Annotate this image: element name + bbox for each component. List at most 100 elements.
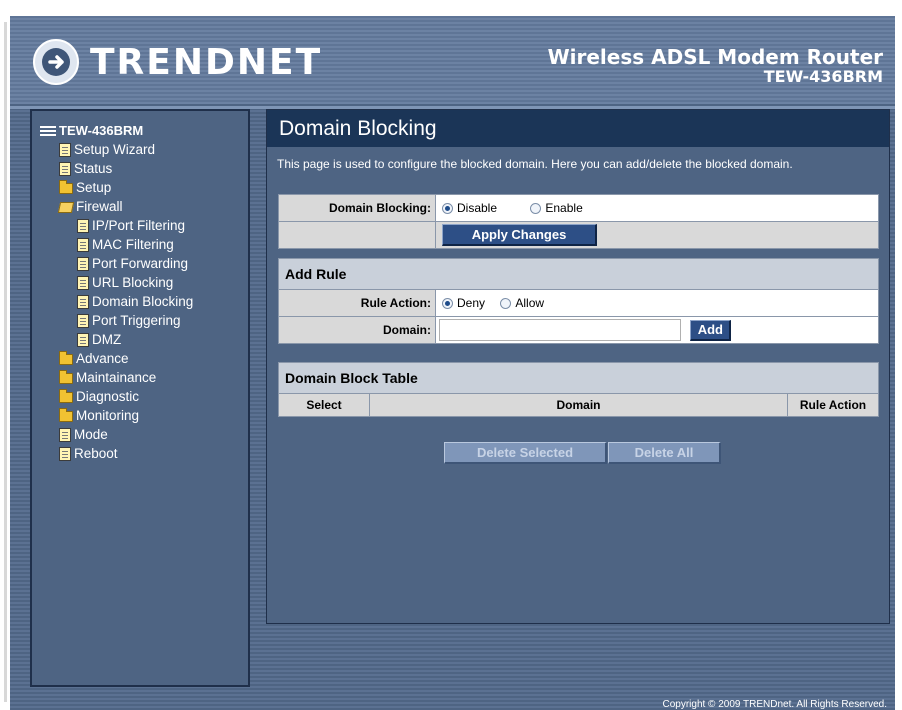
folder-icon <box>59 370 73 384</box>
sidebar-item-port-triggering[interactable]: Port Triggering <box>32 311 248 330</box>
sidebar-root-label: TEW-436BRM <box>59 123 144 138</box>
sidebar-item-label: Firewall <box>76 199 123 214</box>
document-icon <box>77 332 89 347</box>
page-description: This page is used to configure the block… <box>277 157 793 171</box>
folder-icon <box>59 408 73 422</box>
add-button[interactable]: Add <box>690 319 732 341</box>
allow-radio-label: Allow <box>515 296 545 311</box>
deny-radio[interactable] <box>442 297 453 309</box>
sidebar-item-label: Advance <box>76 351 129 366</box>
sidebar-item-reboot[interactable]: Reboot <box>32 444 248 463</box>
document-icon <box>77 313 89 328</box>
page-title: Domain Blocking <box>267 110 889 147</box>
document-icon <box>77 218 89 233</box>
router-page-frame: TRENDNET Wireless ADSL Modem Router TEW-… <box>10 16 895 710</box>
sidebar-nav-tree: TEW-436BRM Setup Wizard Status Setup Fir… <box>30 109 250 687</box>
document-icon <box>77 237 89 252</box>
document-icon <box>77 275 89 290</box>
enable-radio-label: Enable <box>545 201 583 216</box>
sidebar-item-setup[interactable]: Setup <box>32 178 248 197</box>
brand-name: TRENDNET <box>90 41 323 83</box>
enable-radio[interactable] <box>530 202 542 214</box>
sidebar-item-maintainance[interactable]: Maintainance <box>32 368 248 387</box>
sidebar-item-label: IP/Port Filtering <box>92 218 186 233</box>
sidebar-item-status[interactable]: Status <box>32 159 248 178</box>
disable-radio[interactable] <box>442 202 453 214</box>
sidebar-item-monitoring[interactable]: Monitoring <box>32 406 248 425</box>
add-rule-header-row: Add Rule <box>278 258 879 290</box>
content-panel: Domain Blocking This page is used to con… <box>266 109 890 624</box>
sidebar-item-label: Reboot <box>74 446 118 461</box>
disable-radio-label: Disable <box>457 201 498 216</box>
window-edge <box>4 22 7 702</box>
domain-blocking-label: Domain Blocking: <box>278 194 436 222</box>
document-icon <box>59 446 71 461</box>
page-header: TRENDNET Wireless ADSL Modem Router TEW-… <box>10 16 895 104</box>
sidebar-item-label: URL Blocking <box>92 275 174 290</box>
column-header-domain: Domain <box>369 393 788 417</box>
domain-blocking-row: Domain Blocking: Disable Enable <box>278 194 879 222</box>
apply-cell: Apply Changes <box>435 221 879 249</box>
domain-cell: Add <box>435 316 879 344</box>
sidebar-item-label: Port Forwarding <box>92 256 189 271</box>
delete-all-button[interactable]: Delete All <box>608 442 721 464</box>
sidebar-item-label: Diagnostic <box>76 389 140 404</box>
sidebar-item-setup-wizard[interactable]: Setup Wizard <box>32 140 248 159</box>
sidebar-item-label: Status <box>74 161 113 176</box>
delete-selected-button[interactable]: Delete Selected <box>444 442 607 464</box>
sidebar-item-label: Maintainance <box>76 370 157 385</box>
product-title: Wireless ADSL Modem Router TEW-436BRM <box>548 46 883 86</box>
sidebar-item-dmz[interactable]: DMZ <box>32 330 248 349</box>
sidebar-item-firewall[interactable]: Firewall <box>32 197 248 216</box>
deny-radio-label: Deny <box>457 296 486 311</box>
sidebar-item-label: Monitoring <box>76 408 140 423</box>
domain-blocking-options: Disable Enable <box>435 194 879 222</box>
sidebar-item-mode[interactable]: Mode <box>32 425 248 444</box>
add-rule-form: Add Rule Rule Action: Deny Allow Domain:… <box>278 258 879 344</box>
folder-icon <box>59 180 73 194</box>
rule-action-label: Rule Action: <box>278 289 436 317</box>
sidebar-item-domain-blocking[interactable]: Domain Blocking <box>32 292 248 311</box>
domain-block-table: Domain Block Table Select Domain Rule Ac… <box>278 362 879 417</box>
document-icon <box>59 142 71 157</box>
sidebar-item-ip-port-filtering[interactable]: IP/Port Filtering <box>32 216 248 235</box>
sidebar-root[interactable]: TEW-436BRM <box>32 121 248 140</box>
product-line: Wireless ADSL Modem Router <box>547 45 883 69</box>
domain-row: Domain: Add <box>278 316 879 344</box>
product-model: TEW-436BRM <box>763 67 883 86</box>
sidebar-item-label: Domain Blocking <box>92 294 194 309</box>
sidebar-item-diagnostic[interactable]: Diagnostic <box>32 387 248 406</box>
sidebar-item-label: Mode <box>74 427 108 442</box>
document-icon <box>59 161 71 176</box>
domain-label: Domain: <box>278 316 436 344</box>
sidebar-item-mac-filtering[interactable]: MAC Filtering <box>32 235 248 254</box>
sidebar-item-label: Port Triggering <box>92 313 181 328</box>
sidebar-item-label: DMZ <box>92 332 122 347</box>
allow-radio[interactable] <box>500 297 512 309</box>
trendnet-logo: TRENDNET <box>32 34 322 90</box>
copyright-text: Copyright © 2009 TRENDnet. All Rights Re… <box>662 699 887 710</box>
document-icon <box>77 256 89 271</box>
sidebar-item-label: Setup Wizard <box>74 142 156 157</box>
domain-block-table-title-row: Domain Block Table <box>278 362 879 394</box>
sidebar-item-advance[interactable]: Advance <box>32 349 248 368</box>
document-icon <box>77 294 89 309</box>
apply-row: Apply Changes <box>278 221 879 249</box>
sidebar-item-url-blocking[interactable]: URL Blocking <box>32 273 248 292</box>
rule-action-row: Rule Action: Deny Allow <box>278 289 879 317</box>
domain-block-table-header: Domain Block Table <box>278 362 879 394</box>
sidebar-item-port-forwarding[interactable]: Port Forwarding <box>32 254 248 273</box>
domain-input[interactable] <box>439 319 681 341</box>
column-header-rule-action: Rule Action <box>787 393 879 417</box>
tree-root-icon <box>40 125 56 136</box>
column-header-select: Select <box>278 393 370 417</box>
apply-changes-button[interactable]: Apply Changes <box>442 224 597 246</box>
sidebar-item-label: Setup <box>76 180 112 195</box>
domain-blocking-form: Domain Blocking: Disable Enable Apply Ch… <box>278 194 879 249</box>
document-icon <box>59 427 71 442</box>
table-header-row: Select Domain Rule Action <box>278 393 879 417</box>
folder-icon <box>59 351 73 365</box>
sidebar-item-label: MAC Filtering <box>92 237 174 252</box>
folder-open-icon <box>57 202 75 213</box>
add-rule-header: Add Rule <box>278 258 879 290</box>
